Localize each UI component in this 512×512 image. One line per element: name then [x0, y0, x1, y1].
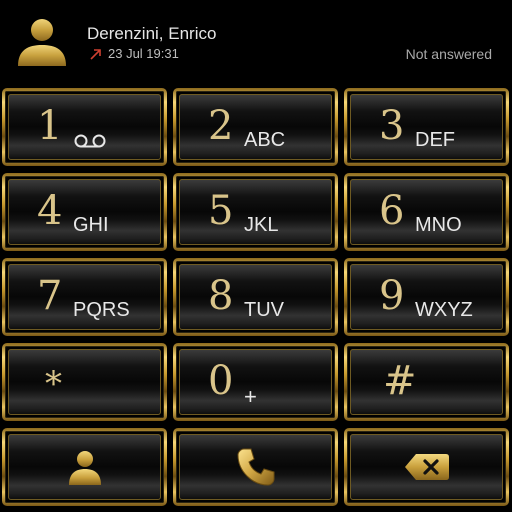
call-button[interactable]	[173, 428, 338, 506]
dial-key-letters: WXYZ	[415, 299, 473, 321]
dial-key-digit: 6	[379, 188, 405, 234]
dial-key-6[interactable]: 6 MNO	[344, 173, 509, 251]
dial-key-8[interactable]: 8 TUV	[173, 258, 338, 336]
dial-key-digit: 9	[379, 273, 405, 319]
dial-key-letters: PQRS	[73, 299, 130, 321]
phone-icon	[236, 448, 274, 486]
dial-key-digit: *	[45, 364, 62, 404]
dial-key-digit: 7	[37, 273, 63, 319]
contacts-button[interactable]	[2, 428, 167, 506]
dial-key-digit: 2	[208, 103, 234, 149]
dial-key-letters: ABC	[244, 129, 286, 151]
dial-key-letters: DEF	[415, 129, 455, 151]
backspace-icon	[404, 454, 449, 480]
dial-key-digit: 3	[379, 103, 405, 149]
dial-key-digit: 1	[37, 103, 63, 149]
dial-key-4[interactable]: 4 GHI	[2, 173, 167, 251]
dial-key-2[interactable]: 2 ABC	[173, 88, 338, 166]
call-status: Not answered	[405, 46, 492, 62]
dial-key-1[interactable]: 1	[2, 88, 167, 166]
dial-key-9[interactable]: 9 WXYZ	[344, 258, 509, 336]
dial-key-5[interactable]: 5 JKL	[173, 173, 338, 251]
dial-key-hash[interactable]: #	[344, 343, 509, 421]
dial-key-star[interactable]: *	[2, 343, 167, 421]
dial-key-letters: MNO	[415, 214, 462, 236]
call-log-header[interactable]: Derenzini, Enrico 23 Jul 19:31 Not answe…	[0, 0, 512, 82]
dial-key-3[interactable]: 3 DEF	[344, 88, 509, 166]
dial-key-digit: 8	[208, 273, 234, 319]
call-date-time: 23 Jul 19:31	[108, 46, 179, 61]
dial-key-digit: 4	[37, 188, 63, 234]
dial-key-digit: #	[383, 358, 417, 404]
dialpad: 1 2 ABC 3 DEF 4 GHI 5 JKL 6 MNO 7 PQRS 8…	[0, 84, 512, 512]
call-meta: 23 Jul 19:31	[90, 46, 179, 61]
backspace-button[interactable]	[344, 428, 509, 506]
contacts-icon	[68, 451, 101, 485]
person-icon	[18, 19, 66, 66]
dial-key-letters: TUV	[244, 299, 284, 321]
dial-key-letters: +	[244, 384, 257, 409]
outgoing-call-arrow-icon	[90, 48, 101, 60]
voicemail-icon	[74, 134, 106, 148]
contact-name: Derenzini, Enrico	[87, 24, 217, 43]
dial-key-digit: 5	[208, 188, 234, 234]
dial-key-digit: 0	[208, 358, 234, 404]
dial-key-7[interactable]: 7 PQRS	[2, 258, 167, 336]
dial-key-0[interactable]: 0 +	[173, 343, 338, 421]
dial-key-letters: JKL	[244, 214, 279, 236]
dial-key-letters: GHI	[73, 214, 109, 236]
